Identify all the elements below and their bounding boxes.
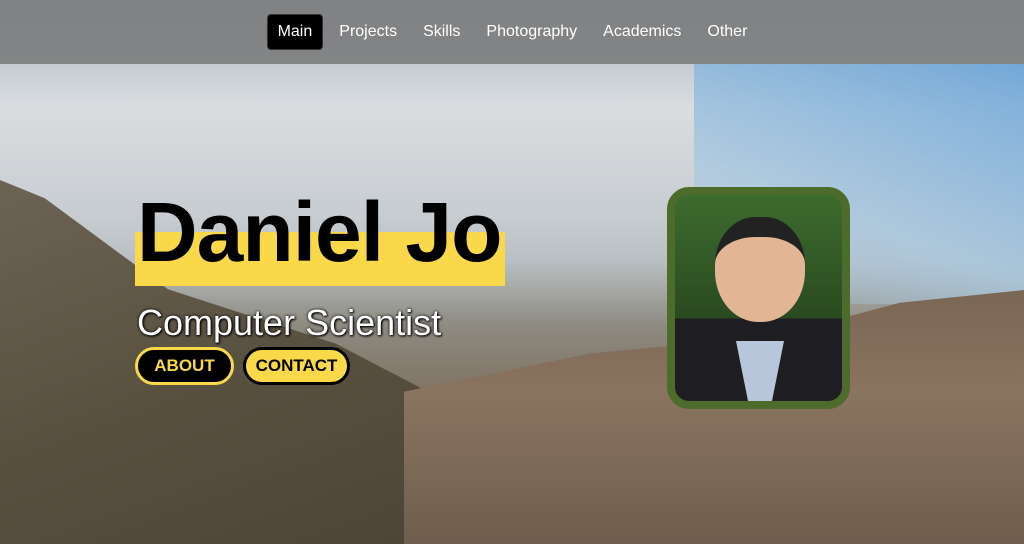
contact-button[interactable]: CONTACT	[243, 347, 350, 385]
profile-shirt	[736, 341, 784, 401]
nav-main[interactable]: Main	[266, 14, 324, 50]
hero-name: Daniel Jo	[135, 190, 506, 286]
nav-projects[interactable]: Projects	[329, 15, 407, 49]
nav-academics[interactable]: Academics	[593, 15, 691, 49]
nav-photography[interactable]: Photography	[476, 15, 587, 49]
profile-photo	[667, 187, 850, 409]
profile-face	[715, 217, 805, 322]
about-button[interactable]: ABOUT	[135, 347, 234, 385]
nav-skills[interactable]: Skills	[413, 15, 470, 49]
nav-other[interactable]: Other	[697, 15, 757, 49]
top-nav: Main Projects Skills Photography Academi…	[0, 0, 1024, 64]
hero-title: Computer Scientist	[137, 302, 442, 343]
